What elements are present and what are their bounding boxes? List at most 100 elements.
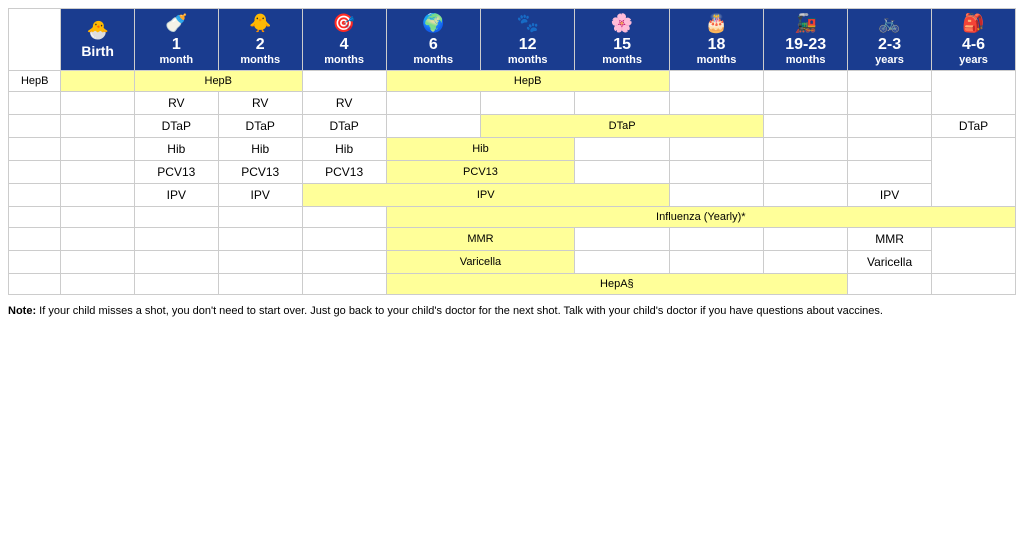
rv-6m: RV — [302, 92, 386, 115]
rv-12m — [386, 92, 480, 115]
header-19-23m: 🚂 19-23 months — [764, 9, 848, 71]
dtap-15m-18m: DTaP — [480, 115, 763, 138]
hepb-6m-12m: HepB — [386, 71, 669, 92]
19-23m-unit: months — [767, 54, 844, 66]
rv-birth — [61, 92, 134, 115]
18m-icon: 🎂 — [673, 13, 760, 34]
mmr-1m — [134, 228, 218, 251]
12m-unit: months — [484, 54, 571, 66]
varicella-label-cell — [9, 251, 61, 274]
varicella-12m-15m: Varicella — [386, 251, 575, 274]
varicella-19m — [669, 251, 763, 274]
hepa-row: HepA§ — [9, 274, 1016, 295]
note-bold: Note: — [8, 305, 36, 317]
header-2-3y: 🚲 2-3 years — [848, 9, 932, 71]
birth-icon: 🐣 — [64, 20, 130, 41]
6m-icon: 🌍 — [390, 13, 477, 34]
4m-unit: months — [306, 54, 383, 66]
mmr-4m — [302, 228, 386, 251]
note-body: If your child misses a shot, you don't n… — [36, 305, 883, 317]
dtap-birth — [61, 115, 134, 138]
mmr-2m — [218, 228, 302, 251]
rv-15m — [480, 92, 574, 115]
header-18m: 🎂 18 months — [669, 9, 763, 71]
ipv-2y — [764, 184, 848, 207]
mmr-19m — [669, 228, 763, 251]
dtap-19m — [764, 115, 848, 138]
pcv13-birth — [61, 161, 134, 184]
hepb-label-cell: HepB — [9, 71, 61, 92]
mmr-12m-15m: MMR — [386, 228, 575, 251]
1m-icon: 🍼 — [138, 13, 215, 34]
varicella-1m — [134, 251, 218, 274]
18m-num: 18 — [673, 36, 760, 54]
mmr-4y: MMR — [848, 228, 932, 251]
hepa-label-cell — [9, 274, 61, 295]
dtap-row: DTaP DTaP DTaP DTaP DTaP — [9, 115, 1016, 138]
hepb-2y — [764, 71, 848, 92]
4-6y-num: 4-6 — [935, 36, 1012, 54]
ipv-2m: IPV — [134, 184, 218, 207]
pcv13-19m — [669, 161, 763, 184]
rv-4y — [848, 92, 932, 115]
15m-icon: 🌸 — [578, 13, 665, 34]
pcv13-label-cell — [9, 161, 61, 184]
4-6y-unit: years — [935, 54, 1012, 66]
pcv13-2y — [764, 161, 848, 184]
header-12m: 🐾 12 months — [480, 9, 574, 71]
pcv13-18m — [575, 161, 669, 184]
hepa-2y — [848, 274, 932, 295]
rv-18m — [575, 92, 669, 115]
hib-6m: Hib — [302, 138, 386, 161]
hepa-1m — [134, 274, 218, 295]
header-4-6y: 🎒 4-6 years — [932, 9, 1016, 71]
hib-label-cell — [9, 138, 61, 161]
dtap-2m: DTaP — [134, 115, 218, 138]
influenza-6m-onward: Influenza (Yearly)* — [386, 207, 1015, 228]
rv-19m — [669, 92, 763, 115]
mmr-birth — [61, 228, 134, 251]
rv-2y — [764, 92, 848, 115]
15m-num: 15 — [578, 36, 665, 54]
ipv-row: IPV IPV IPV IPV — [9, 184, 1016, 207]
19-23m-num: 19-23 — [767, 36, 844, 54]
rv-2m: RV — [134, 92, 218, 115]
mmr-row: MMR MMR — [9, 228, 1016, 251]
12m-num: 12 — [484, 36, 571, 54]
header-row: 🐣 Birth 🍼 1 month 🐥 2 months 🎯 4 months … — [9, 9, 1016, 71]
hib-12m-15m: Hib — [386, 138, 575, 161]
vaccine-schedule-table: 🐣 Birth 🍼 1 month 🐥 2 months 🎯 4 months … — [8, 8, 1016, 295]
2m-num: 2 — [222, 36, 299, 54]
varicella-4y: Varicella — [848, 251, 932, 274]
hib-18m — [575, 138, 669, 161]
varicella-18m — [575, 251, 669, 274]
influenza-row: Influenza (Yearly)* — [9, 207, 1016, 228]
varicella-row: Varicella Varicella — [9, 251, 1016, 274]
15m-unit: months — [578, 54, 665, 66]
rv-row: RV RV RV — [9, 92, 1016, 115]
2-3y-unit: years — [851, 54, 928, 66]
hib-2m: Hib — [134, 138, 218, 161]
varicella-4m — [302, 251, 386, 274]
6m-num: 6 — [390, 36, 477, 54]
dtap-12m — [386, 115, 480, 138]
hib-2y — [764, 138, 848, 161]
mmr-18m — [575, 228, 669, 251]
pcv13-12m-15m: PCV13 — [386, 161, 575, 184]
dtap-6m: DTaP — [302, 115, 386, 138]
12m-icon: 🐾 — [484, 13, 571, 34]
2-3y-num: 2-3 — [851, 36, 928, 54]
influenza-1m — [134, 207, 218, 228]
1m-unit: month — [138, 54, 215, 66]
mmr-label-cell — [9, 228, 61, 251]
hepb-4y — [848, 71, 932, 92]
header-15m: 🌸 15 months — [575, 9, 669, 71]
hepa-4y — [932, 274, 1016, 295]
1m-num: 1 — [138, 36, 215, 54]
header-2m: 🐥 2 months — [218, 9, 302, 71]
hib-19m — [669, 138, 763, 161]
hib-row: Hib Hib Hib Hib — [9, 138, 1016, 161]
hepb-19m — [669, 71, 763, 92]
2m-unit: months — [222, 54, 299, 66]
pcv13-4y — [848, 161, 932, 184]
